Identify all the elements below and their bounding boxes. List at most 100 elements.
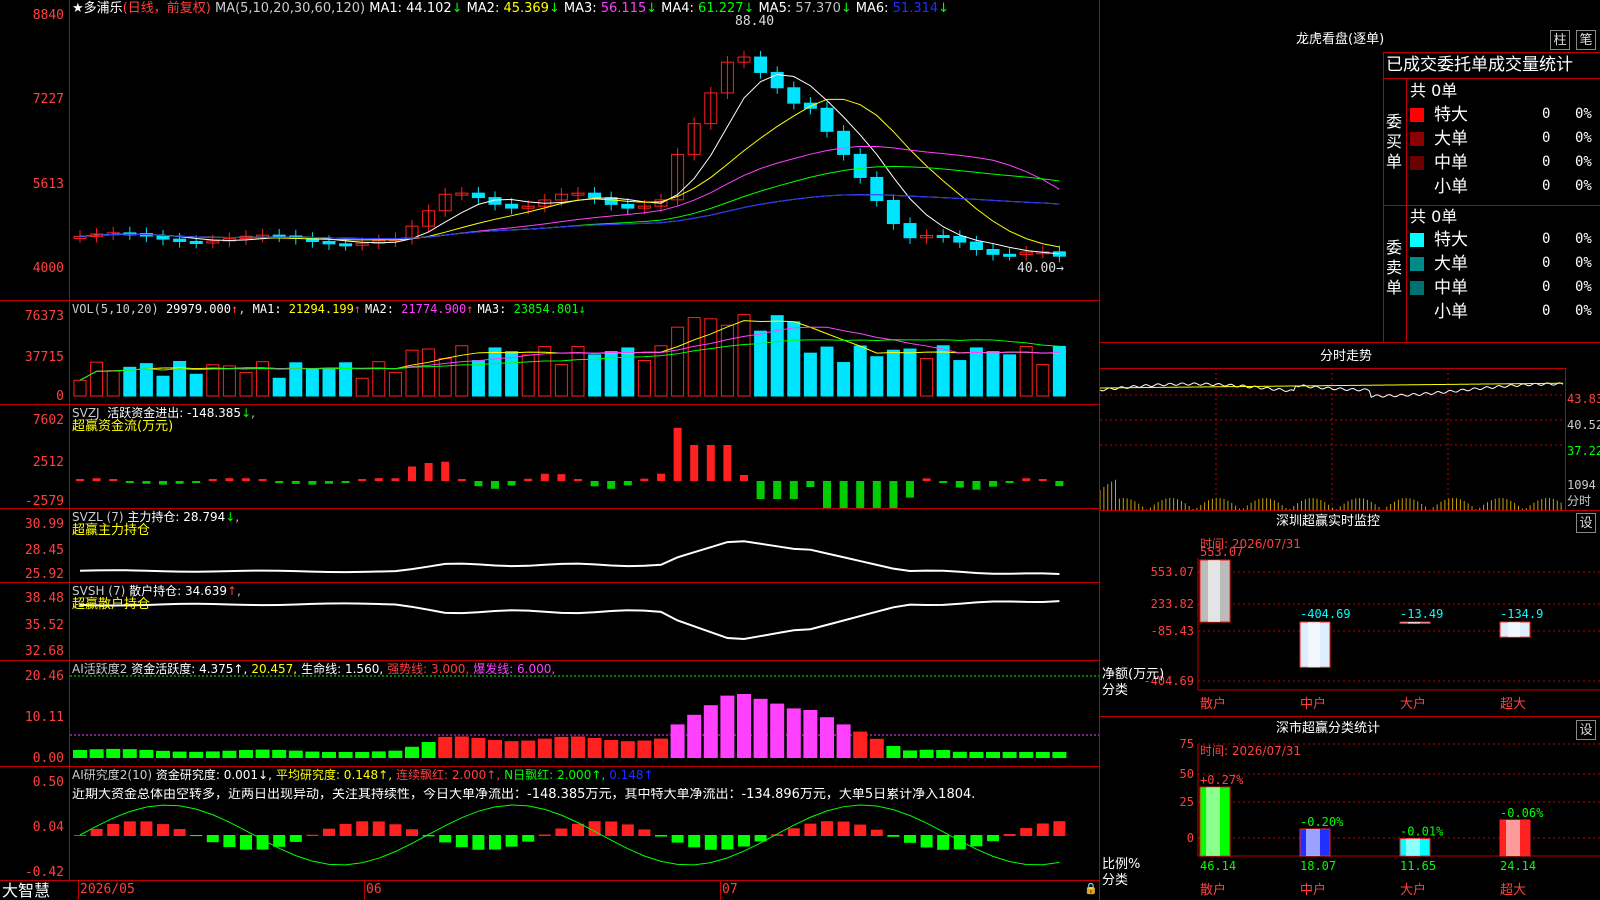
sell-side-label: 委卖单 [1386,238,1403,297]
ai1-bar [421,742,436,758]
ai2-bar [821,821,833,836]
lhb-row: 特大 0 0% [1410,104,1600,126]
lhb-row: 中单 0 0% [1410,152,1600,174]
volume-bar [156,375,170,397]
lhb-row-count: 0 [1542,106,1551,122]
ai1-y-1: 20.46 [24,669,64,684]
svzj-bar [972,481,981,490]
lhb-row-name: 大单 [1434,254,1468,274]
category-name: 超大 [1500,697,1526,712]
volume-bar [90,361,104,397]
svzj-bar [889,481,898,508]
ai1-bar [886,746,901,758]
ai2-items-4: 0.148↑ [609,768,654,782]
main-y-1: 8840 [32,8,64,23]
buy-total: 共 0单 [1410,81,1458,100]
ai2-bar [223,835,236,848]
bar-value-label: 46.14 [1200,859,1236,873]
ai2-y-1: 0.50 [32,775,64,790]
ai2-bar [505,835,518,847]
bar-value-label: -134.9 [1500,607,1543,621]
svzj-bar [208,479,217,481]
volume-bar [173,360,187,397]
lhb-row-pct: 0% [1575,255,1592,271]
period-label: (日线，前复权) [122,1,211,16]
ai2-comment: 近期大资金总体由空转多，近两日出现异动，关注其持续性，今日大单净流出：-148.… [72,788,976,802]
ai2-bar [140,821,153,836]
volume-bar [1052,345,1066,397]
svzj-bar [1055,481,1064,487]
ai2-bar [356,821,369,836]
svzl-y-2: 28.45 [24,543,64,558]
candle-body [754,56,768,73]
ai1-bar [903,750,917,758]
ai2-bar [655,835,667,837]
candle-body [588,192,602,199]
category-name: 中户 [1300,696,1326,712]
svzj-bar [922,478,931,481]
svzj-bar [1038,479,1047,481]
category-name: 散户 [1200,882,1226,898]
lock-icon[interactable]: 🔒 [1084,882,1098,896]
svzj-bar [657,473,665,481]
smfl-chart: 75 50 25 0 比例%分类 +0.27% 46.14 散户 -0.20% 18.07 中户 -0… [1102,737,1600,898]
legend-swatch [1410,281,1424,295]
svzj-header: SVZJ 活跃资金进出: -148.385↓, [72,406,255,420]
ai2-bar [688,835,701,848]
volume-bar [936,345,950,397]
main-y-2: 7227 [32,92,64,107]
sell-total: 共 0单 [1410,207,1458,226]
ai1-bar [737,694,751,758]
fenshi-y-2: 40.52 [1567,418,1600,432]
volume-bar [853,345,867,397]
ai2-bar [157,824,169,836]
chart-area[interactable]: ★多浦乐(日线，前复权) MA(5,10,20,30,60,120) MA1: … [0,0,1100,900]
column-view-button[interactable]: 柱 [1550,30,1570,50]
tick-view-button[interactable]: 笔 [1576,30,1596,50]
ai1-bar [820,717,834,758]
ai2-bar [90,828,103,836]
candle-body [837,130,851,155]
ai1-bar [438,736,453,758]
fenshi-chart[interactable] [1100,368,1566,510]
bar-value-label: 11.65 [1400,859,1436,873]
ai1-bar [1002,752,1017,758]
volume-bar [720,324,734,397]
volume-bar [222,365,236,397]
volume-bar [422,348,436,397]
lhb-row-name: 特大 [1434,230,1468,250]
ai1-bar [1019,752,1034,758]
volume-bar [372,361,386,397]
legend-swatch [1410,132,1424,146]
volume-bar [754,330,768,397]
volume-bar [455,345,469,397]
volume-bar [671,326,685,397]
volume-bar [588,354,602,397]
right-panel: 龙虎看盘(逐单) 柱 笔 已成交委托单成交量统计 委买单 委卖单 共 0单 共 … [1100,0,1600,900]
volume-bar [405,349,419,397]
volume-bar [837,362,851,397]
lhb-row-pct: 0% [1575,154,1592,170]
stock-name[interactable]: ★多浦乐 [72,1,123,16]
ai1-bar [919,749,934,758]
svzj-bar [939,481,948,483]
lhb-row-name: 小单 [1434,302,1468,322]
volume-bar [521,354,535,397]
ai1-bar [338,752,353,758]
svzl-y-3: 25.92 [24,567,64,582]
ai1-bar [786,708,801,758]
ai1-bar [122,749,137,758]
ai2-bar [987,835,999,842]
ai2-y-2: 0.04 [32,820,64,835]
ai2-bar [107,824,120,836]
ai2-bar [489,835,501,850]
volume-bar [903,348,917,397]
candle-body [787,87,801,104]
lhb-row: 小单 0 0% [1410,301,1600,323]
legend-swatch [1410,108,1424,122]
lhb-row-count: 0 [1542,231,1551,247]
ma-params: MA(5,10,20,30,60,120) [214,1,366,16]
category-name: 散户 [1200,696,1226,712]
ai2-bar [538,834,551,836]
svzj-bar [872,481,881,508]
